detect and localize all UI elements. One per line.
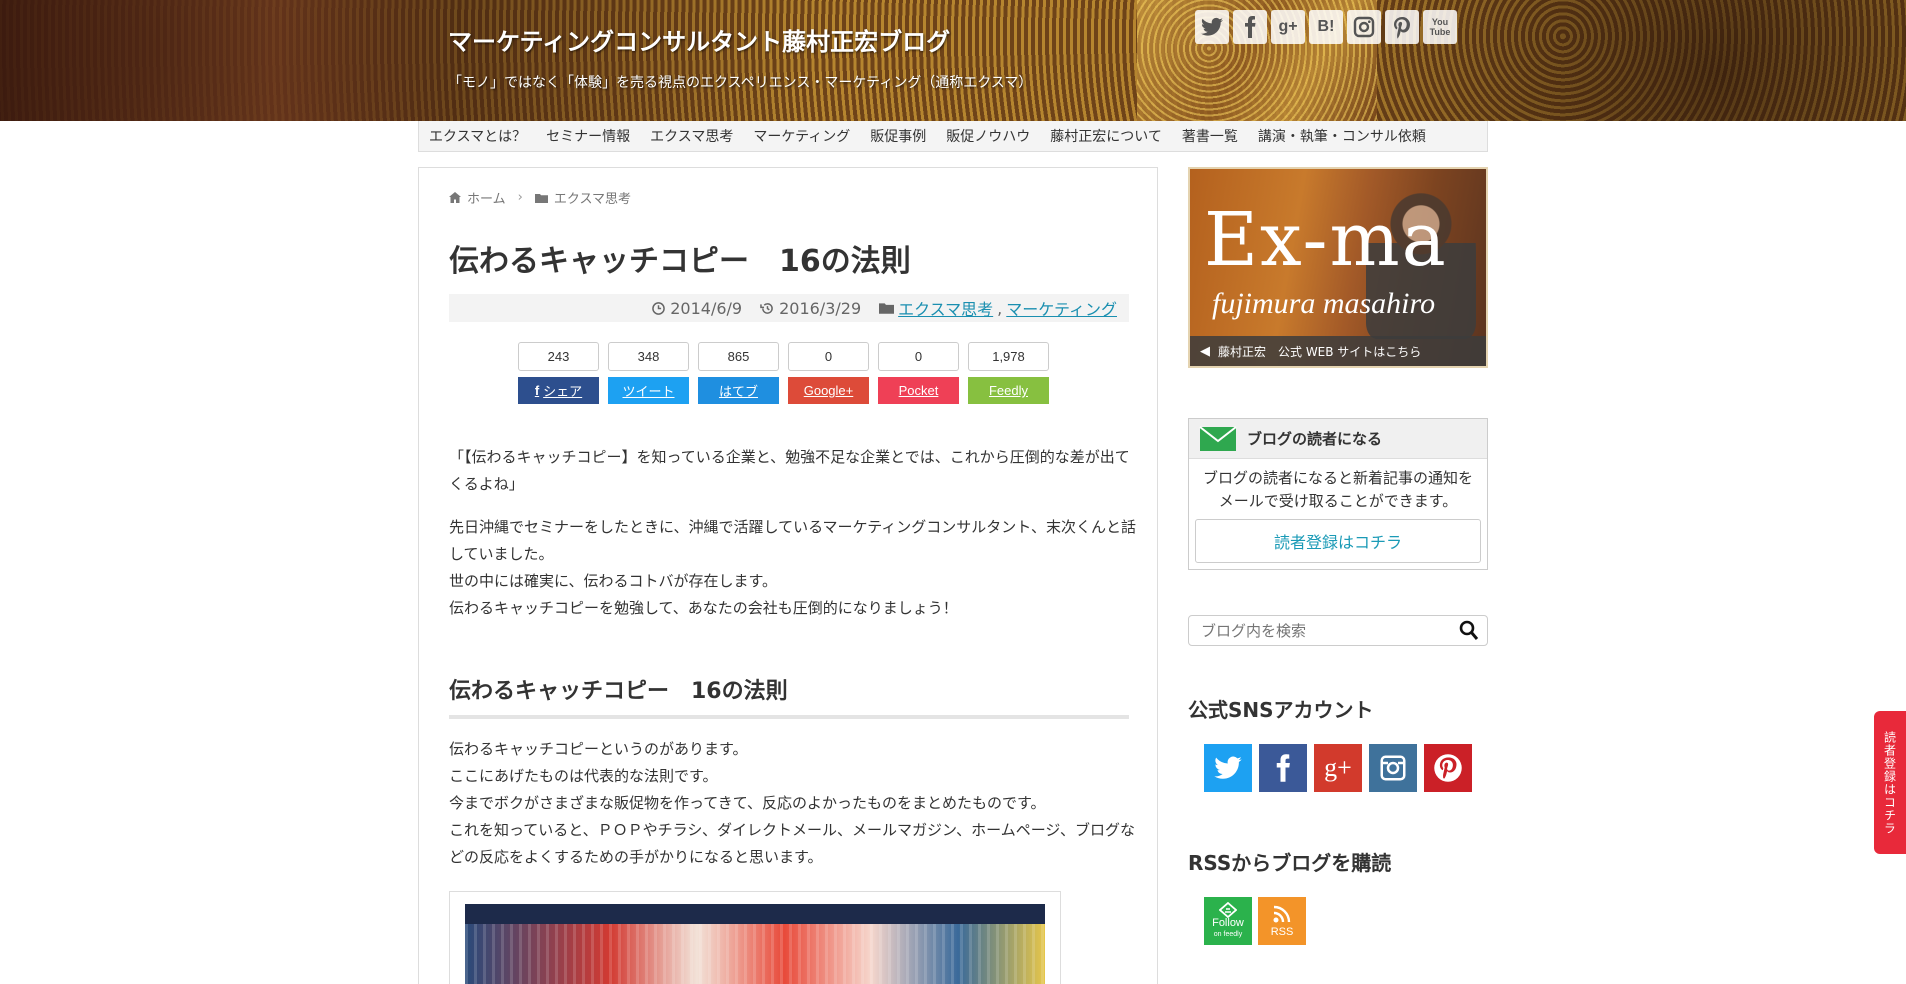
paragraph-1: 先日沖縄でセミナーをしたときに、沖縄で活躍しているマーケティングコンサルタント、…	[449, 518, 1137, 617]
breadcrumb: ホーム › エクスマ思考	[449, 188, 631, 207]
site-title[interactable]: マーケティングコンサルタント藤村正宏ブログ	[448, 22, 950, 57]
facebook-icon[interactable]	[1259, 744, 1307, 792]
banner-logo-text: Ex-ma	[1204, 197, 1448, 283]
nav-item-exma[interactable]: エクスマとは？	[419, 126, 536, 146]
share-count: 348	[608, 342, 689, 371]
post-meta: 2014/6/9 2016/3/29 エクスマ思考, マーケティング	[449, 294, 1129, 322]
section-heading: 伝わるキャッチコピー 16の法則	[449, 671, 1129, 719]
nav-item-about[interactable]: 藤村正宏について	[1040, 126, 1172, 146]
reader-subscribe-button[interactable]: 読者登録はコチラ	[1195, 519, 1481, 563]
share-hatena: 865 はてブ	[698, 342, 779, 404]
intro-quote: 「【伝わるキャッチコピー】を知っている企業と、勉強不足な企業とでは、これから圧倒…	[449, 448, 1130, 493]
site-header: マーケティングコンサルタント藤村正宏ブログ 「モノ」ではなく「体験」を売る視点の…	[0, 0, 1906, 121]
twitter-icon[interactable]	[1195, 10, 1229, 44]
article: ホーム › エクスマ思考 伝わるキャッチコピー 16の法則 2014/6/9 2…	[418, 167, 1158, 984]
history-icon	[760, 302, 773, 314]
share-buttons: 243 f シェア 348 ツイート 865 はてブ 0 Google+ 0 P…	[518, 342, 1049, 404]
banner-name-text: fujimura masahiro	[1212, 287, 1436, 320]
googleplus-share-button[interactable]: Google+	[788, 377, 869, 404]
pinterest-icon[interactable]	[1424, 744, 1472, 792]
twitter-icon[interactable]	[1204, 744, 1252, 792]
feedly-button[interactable]: Feedly	[968, 377, 1049, 404]
category-link-marketing[interactable]: マーケティング	[1006, 296, 1117, 320]
share-feedly: 1,978 Feedly	[968, 342, 1049, 404]
search-input[interactable]	[1201, 616, 1451, 645]
facebook-icon: f	[534, 383, 540, 398]
share-count: 865	[698, 342, 779, 371]
feedly-icon	[1219, 902, 1237, 918]
catchcopy-photo	[465, 904, 1045, 984]
share-facebook: 243 f シェア	[518, 342, 599, 404]
nav-item-books[interactable]: 著書一覧	[1172, 126, 1248, 146]
nav-item-seminar[interactable]: セミナー情報	[536, 126, 640, 146]
arrow-left-icon: ◀	[1200, 343, 1210, 359]
hatena-bookmark-button[interactable]: はてブ	[698, 377, 779, 404]
breadcrumb-separator: ›	[517, 190, 523, 205]
pinterest-icon[interactable]	[1385, 10, 1419, 44]
folder-icon	[534, 193, 548, 203]
reader-subscribe-widget: ブログの読者になる ブログの読者になると新着記事の通知を メールで受け取ることが…	[1188, 418, 1488, 570]
nav-item-cases[interactable]: 販促事例	[860, 126, 936, 146]
reader-widget-description: ブログの読者になると新着記事の通知を メールで受け取ることができます。	[1202, 469, 1473, 510]
post-image	[449, 891, 1061, 984]
search-icon[interactable]	[1459, 620, 1479, 642]
site-tagline: 「モノ」ではなく「体験」を売る視点のエクスペリエンス・マーケティング（通称エクス…	[448, 75, 1033, 91]
reader-register-side-tab[interactable]: 読者登録はコチラ	[1874, 711, 1906, 854]
breadcrumb-category[interactable]: エクスマ思考	[554, 188, 631, 207]
nav-item-marketing[interactable]: マーケティング	[743, 126, 860, 146]
share-count: 1,978	[968, 342, 1049, 371]
clock-icon	[652, 301, 666, 315]
youtube-icon[interactable]: You Tube	[1423, 10, 1457, 44]
rss-feed-button[interactable]: RSS	[1258, 897, 1306, 945]
published-date: 2014/6/9	[652, 299, 742, 318]
banner-link-label: 藤村正宏 公式 WEB サイトはこちら	[1218, 344, 1422, 359]
search-box	[1188, 615, 1488, 646]
instagram-icon[interactable]	[1347, 10, 1381, 44]
banner-link-bar[interactable]: ◀ 藤村正宏 公式 WEB サイトはこちら	[1190, 336, 1486, 366]
post-categories: エクスマ思考, マーケティング	[879, 296, 1117, 320]
mail-icon	[1199, 425, 1237, 451]
updated-date: 2016/3/29	[760, 299, 861, 318]
sns-heading: 公式SNSアカウント	[1188, 698, 1374, 722]
nav-item-knowhow[interactable]: 販促ノウハウ	[936, 126, 1040, 146]
official-sns-links: g+	[1204, 744, 1472, 792]
reader-widget-title: ブログの読者になる	[1247, 430, 1383, 448]
reader-widget-header: ブログの読者になる	[1189, 419, 1487, 459]
share-count: 243	[518, 342, 599, 371]
share-count: 0	[878, 342, 959, 371]
share-twitter: 348 ツイート	[608, 342, 689, 404]
nav-item-exma-thinking[interactable]: エクスマ思考	[640, 126, 743, 146]
rss-subscribe-links: Follow on feedly RSS	[1204, 897, 1306, 945]
facebook-icon[interactable]	[1233, 10, 1267, 44]
breadcrumb-home[interactable]: ホーム	[467, 188, 506, 207]
pocket-button[interactable]: Pocket	[878, 377, 959, 404]
exma-website-banner[interactable]: Ex-ma fujimura masahiro ◀ 藤村正宏 公式 WEB サイ…	[1188, 167, 1488, 368]
feedly-follow-button[interactable]: Follow on feedly	[1204, 897, 1252, 945]
share-pocket: 0 Pocket	[878, 342, 959, 404]
header-background	[0, 0, 460, 121]
rss-heading: RSSからブログを購読	[1188, 851, 1392, 875]
category-link-exma[interactable]: エクスマ思考	[898, 296, 993, 320]
post-title: 伝わるキャッチコピー 16の法則	[449, 244, 911, 279]
home-icon	[449, 192, 461, 203]
share-count: 0	[788, 342, 869, 371]
paragraph-2: 伝わるキャッチコピーというのがあります。 ここにあげたものは代表的な法則です。 …	[449, 740, 1135, 866]
googleplus-icon[interactable]: g+	[1271, 10, 1305, 44]
hatena-bookmark-icon[interactable]: B!	[1309, 10, 1343, 44]
global-nav: エクスマとは？ セミナー情報 エクスマ思考 マーケティング 販促事例 販促ノウハ…	[418, 121, 1488, 152]
facebook-share-button[interactable]: f シェア	[518, 377, 599, 404]
nav-item-request[interactable]: 講演・執筆・コンサル依頼	[1248, 126, 1436, 146]
folder-icon	[879, 303, 895, 314]
header-sns-links: g+ B! You Tube	[1195, 10, 1457, 44]
googleplus-icon[interactable]: g+	[1314, 744, 1362, 792]
share-googleplus: 0 Google+	[788, 342, 869, 404]
tweet-button[interactable]: ツイート	[608, 377, 689, 404]
instagram-icon[interactable]	[1369, 744, 1417, 792]
rss-icon	[1273, 905, 1291, 923]
